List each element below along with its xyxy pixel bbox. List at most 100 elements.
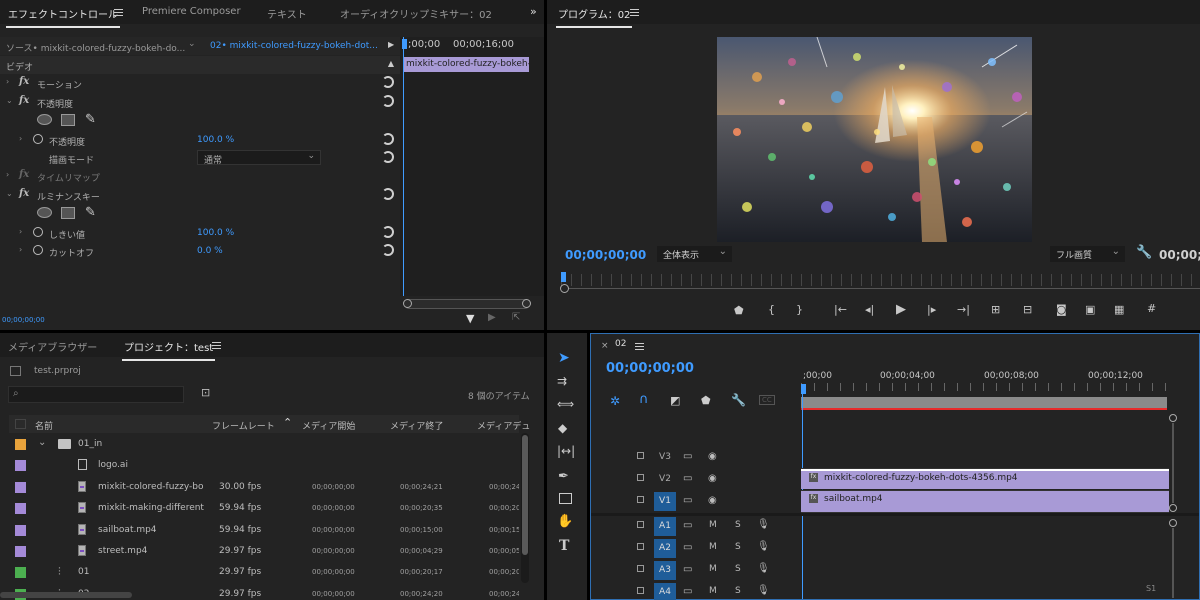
- add-marker-icon[interactable]: ⬟: [701, 394, 711, 407]
- microphone-icon[interactable]: 🎙: [757, 585, 770, 596]
- type-tool-icon[interactable]: T: [559, 538, 569, 554]
- panel-menu-icon[interactable]: [630, 9, 639, 16]
- lock-icon[interactable]: [637, 565, 644, 572]
- hand-tool-icon[interactable]: ✋: [557, 514, 573, 529]
- eye-icon[interactable]: ◉: [708, 495, 717, 506]
- audio-tracks-scrollbar[interactable]: [1169, 519, 1177, 599]
- play-triangle-icon[interactable]: ▶: [388, 40, 394, 49]
- solo-button[interactable]: S: [735, 520, 741, 530]
- snap-icon[interactable]: ∩: [639, 392, 649, 407]
- add-marker-icon[interactable]: ⬟: [734, 304, 744, 317]
- tab-effect-controls[interactable]: エフェクトコントロール: [6, 6, 120, 28]
- tab-media-browser[interactable]: メディアブラウザー: [8, 339, 97, 354]
- sync-lock-icon[interactable]: ▭: [683, 473, 692, 484]
- column-media-end[interactable]: メディア終了: [390, 419, 443, 432]
- play-icon[interactable]: ▶: [896, 302, 906, 317]
- pen-mask-icon[interactable]: ✎: [85, 112, 96, 127]
- reset-icon[interactable]: [382, 76, 394, 88]
- quality-select[interactable]: フル画質 ⌄: [1050, 246, 1125, 262]
- eye-icon[interactable]: ◉: [708, 451, 717, 462]
- reset-icon[interactable]: [382, 133, 394, 145]
- sync-lock-icon[interactable]: ▭: [683, 495, 692, 506]
- microphone-icon[interactable]: 🎙: [757, 541, 770, 552]
- panel-menu-icon[interactable]: [212, 342, 221, 349]
- project-row[interactable]: mixkit-making-different 59.94 fps 00;00;00…: [9, 498, 519, 519]
- chevron-down-icon[interactable]: ⌄: [188, 39, 196, 49]
- mark-out-icon[interactable]: }: [796, 303, 803, 316]
- stopwatch-icon[interactable]: [33, 227, 43, 237]
- export-icon[interactable]: ⇱: [512, 312, 520, 323]
- track-name[interactable]: A1: [654, 517, 676, 536]
- work-area-bar[interactable]: [801, 397, 1167, 408]
- source-label[interactable]: ソース• mixkit-colored-fuzzy-bokeh-do...: [6, 41, 186, 54]
- solo-button[interactable]: S: [735, 542, 741, 552]
- sync-lock-icon[interactable]: ▭: [683, 451, 692, 462]
- effect-motion-row[interactable]: › fx モーション: [0, 74, 400, 92]
- mini-playhead-handle[interactable]: [402, 39, 407, 49]
- play-audio-icon[interactable]: ▶: [488, 312, 496, 323]
- video-tracks-scrollbar[interactable]: [1169, 414, 1177, 514]
- track-select-tool-icon[interactable]: ⇉: [557, 374, 567, 388]
- collapse-arrow-icon[interactable]: ⌄: [6, 189, 13, 198]
- tab-audio-clip-mixer[interactable]: オーディオクリップミキサー：02: [340, 6, 492, 21]
- mute-button[interactable]: M: [709, 542, 717, 552]
- lift-icon[interactable]: ⊞: [991, 303, 1000, 316]
- program-playhead[interactable]: [561, 272, 566, 282]
- label-color-swatch[interactable]: [15, 567, 26, 579]
- expand-arrow-icon[interactable]: ›: [6, 77, 9, 86]
- zoom-scrollbar[interactable]: [403, 299, 531, 309]
- project-search-input[interactable]: ⌕: [8, 386, 184, 403]
- linked-selection-icon[interactable]: ◩: [670, 394, 680, 407]
- panel-overflow-icon[interactable]: »: [530, 5, 537, 18]
- extract-icon[interactable]: ⊟: [1023, 303, 1032, 316]
- zoom-select[interactable]: 全体表示 ⌄: [657, 246, 732, 262]
- zoom-handle[interactable]: [560, 284, 569, 293]
- filter-icon[interactable]: ▼: [466, 312, 474, 325]
- effect-opacity-row[interactable]: ⌄ fx 不透明度: [0, 93, 400, 111]
- rectangle-mask-icon[interactable]: [61, 114, 75, 126]
- expand-arrow-icon[interactable]: ›: [19, 245, 22, 254]
- lock-icon[interactable]: [637, 521, 644, 528]
- clip-v2[interactable]: fx mixkit-colored-fuzzy-bokeh-dots-4356.…: [801, 469, 1169, 489]
- wrench-icon[interactable]: 🔧: [1136, 245, 1152, 260]
- timeline-timecode[interactable]: 00;00;00;00: [606, 361, 694, 376]
- mini-clip[interactable]: mixkit-colored-fuzzy-bokeh-: [403, 57, 529, 72]
- project-row[interactable]: logo.ai: [9, 455, 519, 476]
- go-to-in-icon[interactable]: |←: [834, 303, 847, 316]
- lock-icon[interactable]: [637, 587, 644, 594]
- rectangle-mask-icon[interactable]: [61, 207, 75, 219]
- project-vertical-scrollbar[interactable]: [521, 433, 529, 583]
- microphone-icon[interactable]: 🎙: [757, 519, 770, 530]
- safe-margins-icon[interactable]: ▦: [1114, 303, 1124, 316]
- column-frame-rate[interactable]: フレームレート: [212, 419, 275, 432]
- expand-arrow-icon[interactable]: ›: [19, 227, 22, 236]
- effect-time-remap-row[interactable]: › fx タイムリマップ: [0, 167, 400, 185]
- label-color-swatch[interactable]: [15, 503, 26, 515]
- current-time[interactable]: 00;00;00;00: [2, 316, 45, 324]
- sort-up-icon[interactable]: ⌃: [283, 416, 292, 429]
- ellipse-mask-icon[interactable]: [37, 207, 52, 218]
- solo-button[interactable]: S: [735, 564, 741, 574]
- camera-icon[interactable]: ◙: [1056, 303, 1067, 316]
- tab-text[interactable]: テキスト: [267, 6, 307, 21]
- project-row[interactable]: sailboat.mp4 59.94 fps 00;00;00;00 00;00;15…: [9, 520, 519, 541]
- new-bin-search-icon[interactable]: ⊡: [201, 386, 210, 399]
- project-horizontal-scrollbar[interactable]: [0, 592, 132, 598]
- fx-icon[interactable]: fx: [19, 95, 29, 106]
- effect-luma-key-row[interactable]: ⌄ fx ルミナンスキー: [0, 186, 400, 204]
- timeline-tab[interactable]: 02: [615, 339, 626, 349]
- label-color-swatch[interactable]: [15, 546, 26, 557]
- program-ruler[interactable]: [561, 274, 1200, 286]
- stopwatch-icon[interactable]: [33, 245, 43, 255]
- solo-button[interactable]: S: [735, 586, 741, 596]
- blend-mode-select[interactable]: 通常 ⌄: [197, 150, 321, 166]
- captions-icon[interactable]: CC: [759, 395, 775, 405]
- expand-arrow-icon[interactable]: ›: [6, 170, 9, 179]
- track-name[interactable]: A2: [654, 539, 676, 558]
- project-row[interactable]: street.mp4 29.97 fps 00;00;00;00 00;00;04;2…: [9, 541, 519, 562]
- panel-menu-icon[interactable]: [114, 9, 123, 16]
- label-color-swatch[interactable]: [15, 481, 26, 493]
- project-row[interactable]: ⌄ 01_in: [9, 434, 519, 455]
- tab-premiere-composer[interactable]: Premiere Composer: [142, 6, 241, 17]
- microphone-icon[interactable]: 🎙: [757, 563, 770, 574]
